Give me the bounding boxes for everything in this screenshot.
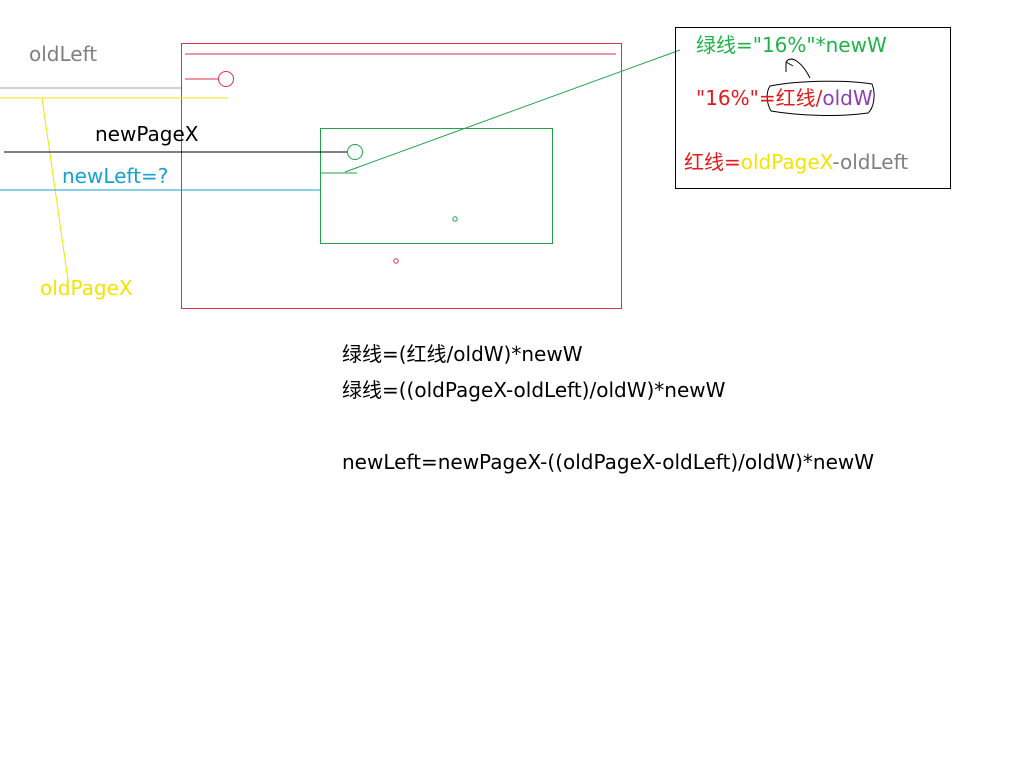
old-page-x-label: oldPageX xyxy=(40,276,133,300)
note-line-2-part-2: 红线/ xyxy=(775,86,823,110)
formula-3: newLeft=newPageX-((oldPageX-oldLeft)/old… xyxy=(342,450,875,474)
old-center-dot xyxy=(393,258,399,264)
old-element-rect xyxy=(181,43,622,309)
note-line-3-part-1: 红线= xyxy=(684,150,741,174)
old-left-label: oldLeft xyxy=(29,42,98,66)
curved-arrow xyxy=(785,58,811,79)
note-line-2: "16%"=红线/oldW xyxy=(696,86,873,110)
note-line-1: 绿线="16%"*newW xyxy=(696,33,887,57)
green-pointer-line xyxy=(344,49,681,173)
formula-2: 绿线=((oldPageX-oldLeft)/oldW)*newW xyxy=(342,378,726,402)
new-element-rect xyxy=(320,128,553,244)
note-line-3: 红线=oldPageX-oldLeft xyxy=(684,150,908,174)
note-line-2-part-1: "16%"= xyxy=(696,86,776,110)
note-line-3-part-2: oldPageX xyxy=(740,150,833,174)
new-mouse-point xyxy=(347,144,363,160)
old-page-x-pointer xyxy=(41,97,69,281)
old-mouse-point xyxy=(218,71,234,87)
new-page-x-label: newPageX xyxy=(95,122,199,146)
curved-arrow-head xyxy=(785,61,794,72)
note-line-1-part-1: 绿线="16%" xyxy=(696,33,816,57)
note-line-1-part-2: *newW xyxy=(815,33,887,57)
note-line-3-part-3: -oldLeft xyxy=(832,150,909,174)
formula-1: 绿线=(红线/oldW)*newW xyxy=(342,342,583,366)
new-center-dot xyxy=(452,216,458,222)
new-left-label: newLeft=? xyxy=(62,164,169,188)
note-line-2-part-3: oldW xyxy=(822,86,873,110)
